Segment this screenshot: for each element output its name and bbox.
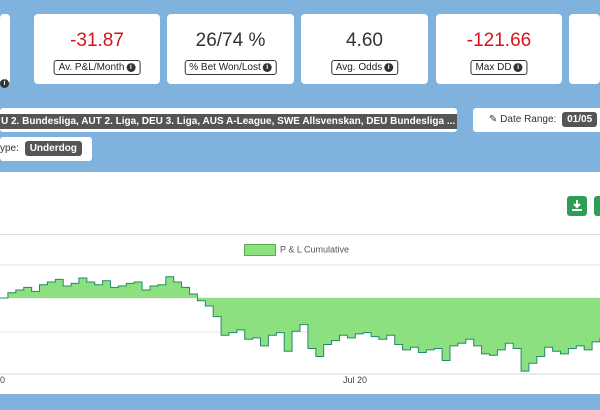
stat-label: Max DD	[475, 62, 512, 73]
bet-type-value: Underdog	[24, 141, 82, 156]
x-tick-label: Jul 20	[343, 375, 368, 385]
stat-card-partial-left: i	[0, 14, 10, 88]
date-range-filter[interactable]: ✎ Date Range: 01/05	[473, 108, 600, 132]
x-tick-label: 0	[0, 375, 6, 385]
bottom-bar	[0, 394, 600, 410]
stat-label-box: % Bet Won/Lost i	[184, 60, 277, 75]
stat-card-avg-pl-month: -31.87 Av. P&L/Month i	[34, 14, 160, 84]
pencil-icon: ✎	[489, 114, 498, 125]
pl-area	[0, 276, 600, 372]
stat-label: Av. P&L/Month	[58, 62, 125, 73]
stat-card-bet-won-lost: 26/74 % % Bet Won/Lost i	[167, 14, 294, 84]
stat-label-box: Avg. Odds i	[330, 60, 399, 75]
download-icon	[572, 200, 582, 211]
info-icon[interactable]: i	[513, 62, 523, 72]
info-icon[interactable]: i	[0, 79, 9, 88]
stat-value: 4.60	[346, 30, 383, 51]
bet-type-label: ype:	[0, 143, 19, 154]
stat-card-partial-right	[569, 14, 600, 84]
stat-value: -121.66	[466, 30, 532, 51]
stat-label: % Bet Won/Lost	[189, 62, 261, 73]
date-range-label: Date Range:	[500, 114, 557, 125]
stat-card-avg-odds: 4.60 Avg. Odds i	[301, 14, 428, 84]
date-range-value: 01/05	[562, 112, 598, 127]
stat-label-box: Max DD i	[470, 60, 528, 75]
bet-type-filter[interactable]: ype: Underdog	[0, 137, 92, 161]
download-button[interactable]	[567, 196, 587, 216]
league-filter[interactable]: U 2. Bundesliga, AUT 2. Liga, DEU 3. Lig…	[0, 108, 457, 132]
info-icon[interactable]: i	[262, 62, 272, 72]
info-icon[interactable]: i	[384, 62, 394, 72]
league-filter-tag: U 2. Bundesliga, AUT 2. Liga, DEU 3. Lig…	[0, 114, 457, 129]
pl-chart	[0, 264, 600, 375]
stat-value: 26/74 %	[195, 30, 266, 51]
info-icon[interactable]: i	[126, 62, 136, 72]
stat-label-box: Av. P&L/Month i	[53, 60, 141, 75]
stat-card-max-dd: -121.66 Max DD i	[436, 14, 562, 84]
stat-label: Avg. Odds	[335, 62, 383, 73]
stat-value: -31.87	[70, 30, 124, 51]
export-button[interactable]	[594, 196, 600, 216]
